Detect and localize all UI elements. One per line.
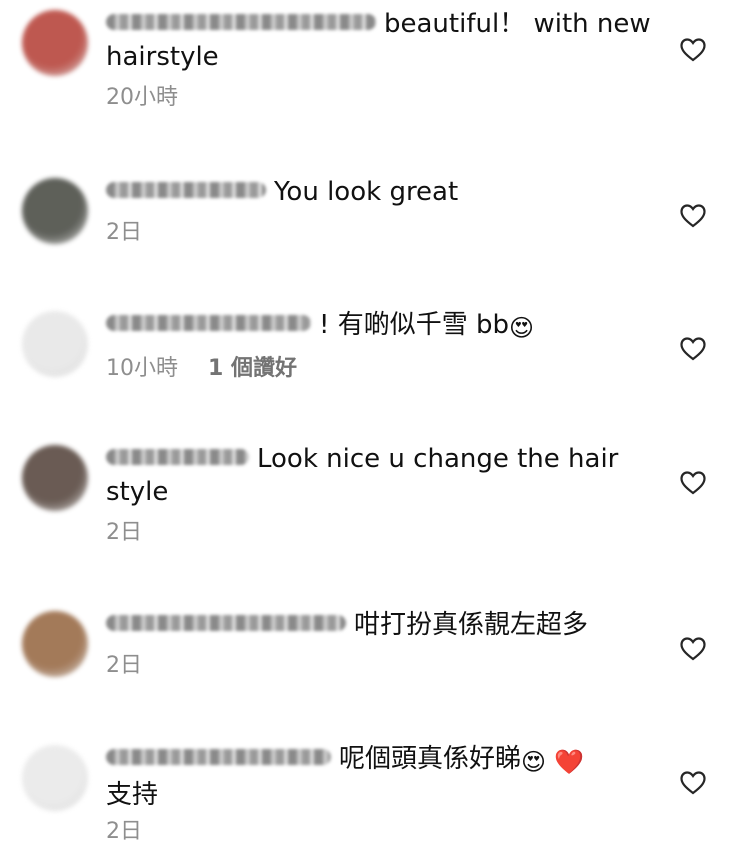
username-blurred[interactable] [106, 13, 376, 30]
comment-text-container: beautiful！ with new hairstyle [106, 8, 651, 74]
like-heart-icon[interactable] [680, 771, 706, 795]
avatar[interactable] [22, 745, 88, 811]
comment-time[interactable]: 20小時 [106, 85, 178, 110]
red-heart-emoji: ❤️ [554, 748, 585, 776]
username-blurred[interactable] [106, 314, 311, 331]
like-heart-icon[interactable] [680, 204, 706, 228]
avatar[interactable] [22, 611, 88, 677]
comment-meta: 2日 [106, 519, 651, 547]
comment-time[interactable]: 2日 [106, 520, 142, 545]
avatar[interactable] [22, 10, 88, 76]
heart-eyes-emoji: 😍 [508, 314, 534, 342]
like-heart-icon[interactable] [680, 337, 706, 361]
comment-meta: 2日 [106, 219, 651, 247]
comment-time[interactable]: 2日 [106, 819, 142, 844]
comment-text-container: ! 有啲似千雪 bb😍 [106, 309, 651, 345]
comment-text: ! 有啲似千雪 bb [319, 310, 509, 340]
comment-meta: 2日 [106, 652, 651, 680]
comment-meta: 10小時 1 個讚好 [106, 355, 651, 383]
comment-text-container: Look nice u change the hair style [106, 443, 651, 509]
comment-text: 呢個頭真係好睇 [339, 744, 522, 774]
comment-list: beautiful！ with new hairstyle 20小時 You l… [0, 0, 750, 864]
comment-meta: 2日 [106, 818, 651, 846]
like-count[interactable]: 1 個讚好 [208, 356, 297, 381]
comment-time[interactable]: 2日 [106, 653, 142, 678]
like-heart-icon[interactable] [680, 637, 706, 661]
comment-time[interactable]: 2日 [106, 220, 142, 245]
avatar[interactable] [22, 178, 88, 244]
comment-text-container: 呢個頭真係好睇😍 ❤️ 支持 [106, 743, 651, 812]
heart-eyes-emoji: 😍 [521, 748, 547, 776]
comment-meta: 20小時 [106, 84, 651, 112]
avatar[interactable] [22, 311, 88, 377]
username-blurred[interactable] [106, 181, 266, 198]
comment-text-container: 咁打扮真係靚左超多 [106, 609, 651, 642]
username-blurred[interactable] [106, 614, 346, 631]
username-blurred[interactable] [106, 748, 331, 765]
comment-time[interactable]: 10小時 [106, 356, 178, 381]
comment-text-container: You look great [106, 176, 651, 209]
comment-text-line2: 支持 [106, 780, 159, 810]
username-blurred[interactable] [106, 448, 249, 465]
comment-text: 咁打扮真係靚左超多 [354, 610, 589, 640]
like-heart-icon[interactable] [680, 38, 706, 62]
like-heart-icon[interactable] [680, 471, 706, 495]
avatar[interactable] [22, 445, 88, 511]
comment-text: You look great [274, 177, 459, 207]
